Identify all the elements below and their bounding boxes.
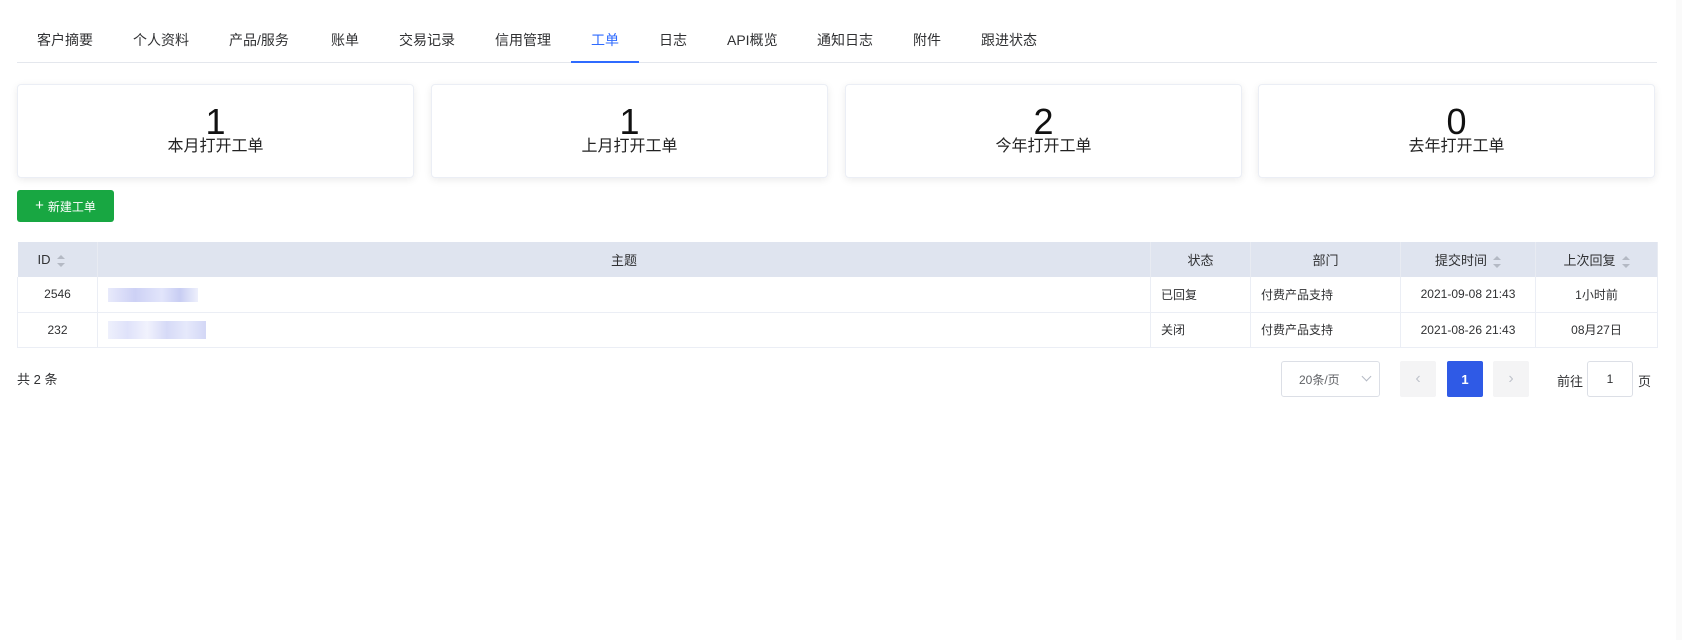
ticket-id[interactable]: 2546 (17, 277, 98, 313)
column-header-id[interactable]: ID (17, 242, 98, 277)
ticket-department: 付费产品支持 (1250, 277, 1401, 313)
column-header-submitted[interactable]: 提交时间 (1400, 242, 1536, 277)
table-row[interactable]: 232 关闭 付费产品支持 2021-08-26 21:43 08月27日 (17, 312, 1658, 348)
table-row[interactable]: 2546 已回复 付费产品支持 2021-09-08 21:43 1小时前 (17, 277, 1658, 313)
next-page-button[interactable]: › (1493, 361, 1529, 397)
stat-card-last-year: 0 去年打开工单 (1258, 84, 1655, 178)
tab-products-services[interactable]: 产品/服务 (229, 25, 289, 63)
tab-profile[interactable]: 个人资料 (133, 25, 189, 63)
stat-label: 上月打开工单 (581, 138, 678, 155)
page-size-value: 20条/页 (1299, 372, 1340, 387)
column-header-last-reply[interactable]: 上次回复 (1535, 242, 1658, 277)
column-header-subject: 主题 (97, 242, 1151, 277)
tab-customer-summary[interactable]: 客户摘要 (37, 25, 93, 63)
stat-card-this-year: 2 今年打开工单 (845, 84, 1242, 178)
stat-label: 本月打开工单 (167, 138, 264, 155)
redacted-subject (108, 287, 198, 302)
redacted-subject (108, 320, 206, 339)
ticket-status: 已回复 (1150, 277, 1251, 313)
prev-page-button[interactable]: ‹ (1400, 361, 1436, 397)
page-size-select[interactable]: 20条/页 (1281, 361, 1380, 397)
goto-prefix-label: 前往 (1557, 374, 1584, 389)
tab-transactions[interactable]: 交易记录 (399, 25, 455, 63)
tab-attachments[interactable]: 附件 (913, 25, 941, 63)
goto-suffix-label: 页 (1638, 374, 1652, 389)
stat-label: 去年打开工单 (1408, 138, 1505, 155)
tab-notification-logs[interactable]: 通知日志 (817, 25, 873, 63)
ticket-id[interactable]: 232 (17, 312, 98, 348)
sort-icon[interactable] (1493, 255, 1501, 268)
ticket-status: 关闭 (1150, 312, 1251, 348)
page-scrollbar[interactable] (1676, 0, 1682, 640)
column-header-department: 部门 (1250, 242, 1401, 277)
ticket-submitted-time: 2021-08-26 21:43 (1400, 312, 1536, 348)
stat-value: 0 (1446, 101, 1467, 142)
stat-value: 1 (205, 101, 226, 142)
ticket-last-reply: 08月27日 (1535, 312, 1658, 348)
sort-icon[interactable] (1621, 255, 1630, 268)
chevron-left-icon: ‹ (1415, 370, 1421, 387)
ticket-last-reply: 1小时前 (1535, 277, 1658, 313)
ticket-department: 付费产品支持 (1250, 312, 1401, 348)
tab-logs[interactable]: 日志 (659, 25, 687, 63)
ticket-subject-link[interactable] (97, 312, 1151, 348)
new-ticket-button[interactable]: + 新建工单 (17, 190, 114, 222)
tab-api-overview[interactable]: API概览 (727, 25, 778, 63)
total-count: 共 2 条 (17, 372, 58, 387)
stat-label: 今年打开工单 (995, 138, 1092, 155)
tab-bar: 客户摘要 个人资料 产品/服务 账单 交易记录 信用管理 工单 日志 API概览… (17, 25, 1657, 63)
active-tab-indicator (571, 61, 639, 63)
column-header-status: 状态 (1150, 242, 1251, 277)
ticket-subject-link[interactable] (97, 277, 1151, 313)
table-header-row: ID 主题 状态 部门 提交时间 上次回复 (17, 242, 1658, 277)
stat-card-this-month: 1 本月打开工单 (17, 84, 414, 178)
new-ticket-label: 新建工单 (47, 199, 96, 214)
stat-value: 2 (1033, 101, 1054, 142)
stat-value: 1 (619, 101, 640, 142)
tab-billing[interactable]: 账单 (331, 25, 359, 63)
ticket-submitted-time: 2021-09-08 21:43 (1400, 277, 1536, 313)
tab-follow-up-status[interactable]: 跟进状态 (981, 25, 1037, 63)
chevron-down-icon (1361, 371, 1372, 382)
tickets-table: ID 主题 状态 部门 提交时间 上次回复 2546 已回复 付费产品支持 20… (17, 242, 1658, 348)
sort-icon[interactable] (56, 254, 65, 267)
tab-credit-management[interactable]: 信用管理 (495, 25, 551, 63)
stat-card-last-month: 1 上月打开工单 (431, 84, 828, 178)
goto-page-input[interactable] (1587, 361, 1633, 397)
page-number-button[interactable]: 1 (1447, 361, 1483, 397)
tab-tickets[interactable]: 工单 (591, 25, 619, 63)
chevron-right-icon: › (1508, 370, 1514, 387)
plus-icon: + (35, 197, 44, 214)
